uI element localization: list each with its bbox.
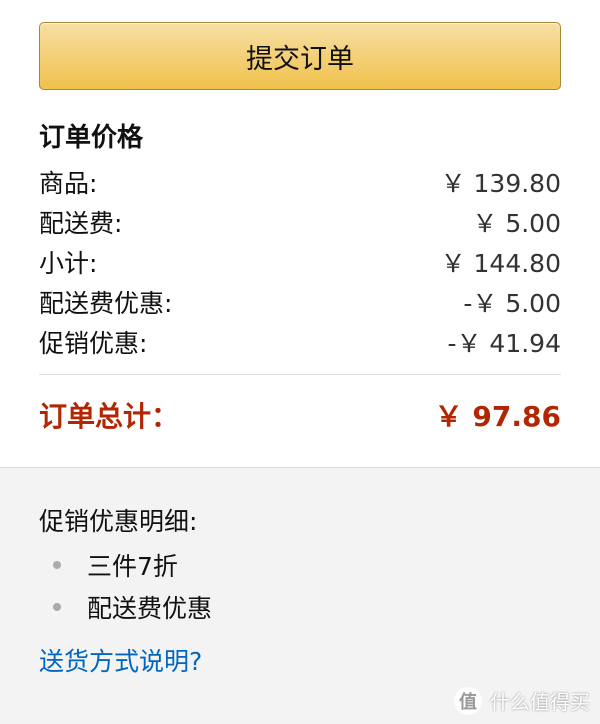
promotion-details-heading: 促销优惠明细: bbox=[39, 507, 198, 536]
watermark-text: 什么值得买 bbox=[490, 690, 590, 714]
line-shipping-value: ￥ 5.00 bbox=[472, 209, 561, 238]
watermark-logo-icon: 值 bbox=[454, 686, 482, 715]
summary-divider bbox=[39, 374, 561, 375]
order-total-value: ￥ 97.86 bbox=[434, 400, 561, 433]
line-goods-value: ￥ 139.80 bbox=[440, 169, 561, 198]
list-item: 三件7折 bbox=[39, 544, 212, 586]
line-shipping-label: 配送费: bbox=[39, 209, 123, 238]
promotion-list: 三件7折 配送费优惠 bbox=[39, 544, 212, 628]
line-goods-label: 商品: bbox=[39, 169, 98, 198]
line-promo-discount-label: 促销优惠: bbox=[39, 329, 148, 358]
line-shipping-discount-label: 配送费优惠: bbox=[39, 289, 173, 318]
promotion-label: 配送费优惠 bbox=[87, 594, 213, 623]
order-total-label: 订单总计： bbox=[39, 400, 180, 433]
bullet-icon bbox=[53, 561, 61, 569]
submit-order-button[interactable]: 提交订单 bbox=[39, 22, 561, 90]
promotion-label: 三件7折 bbox=[87, 552, 178, 581]
line-shipping: 配送费: ￥ 5.00 bbox=[39, 204, 561, 244]
line-shipping-discount-value: -￥ 5.00 bbox=[463, 289, 561, 318]
line-promo-discount-value: -￥ 41.94 bbox=[447, 329, 561, 358]
line-promo-discount: 促销优惠: -￥ 41.94 bbox=[39, 324, 561, 364]
list-item: 配送费优惠 bbox=[39, 586, 212, 628]
order-total: 订单总计： ￥ 97.86 bbox=[39, 390, 561, 440]
line-subtotal: 小计: ￥ 144.80 bbox=[39, 244, 561, 284]
order-price-heading: 订单价格 bbox=[39, 123, 144, 153]
line-shipping-discount: 配送费优惠: -￥ 5.00 bbox=[39, 284, 561, 324]
line-subtotal-label: 小计: bbox=[39, 249, 98, 278]
price-breakdown: 商品: ￥ 139.80 配送费: ￥ 5.00 小计: ￥ 144.80 配送… bbox=[39, 164, 561, 364]
line-subtotal-value: ￥ 144.80 bbox=[440, 249, 561, 278]
bullet-icon bbox=[53, 603, 61, 611]
shipping-info-link[interactable]: 送货方式说明? bbox=[39, 642, 202, 682]
line-goods: 商品: ￥ 139.80 bbox=[39, 164, 561, 204]
watermark: 值 什么值得买 bbox=[454, 686, 590, 715]
